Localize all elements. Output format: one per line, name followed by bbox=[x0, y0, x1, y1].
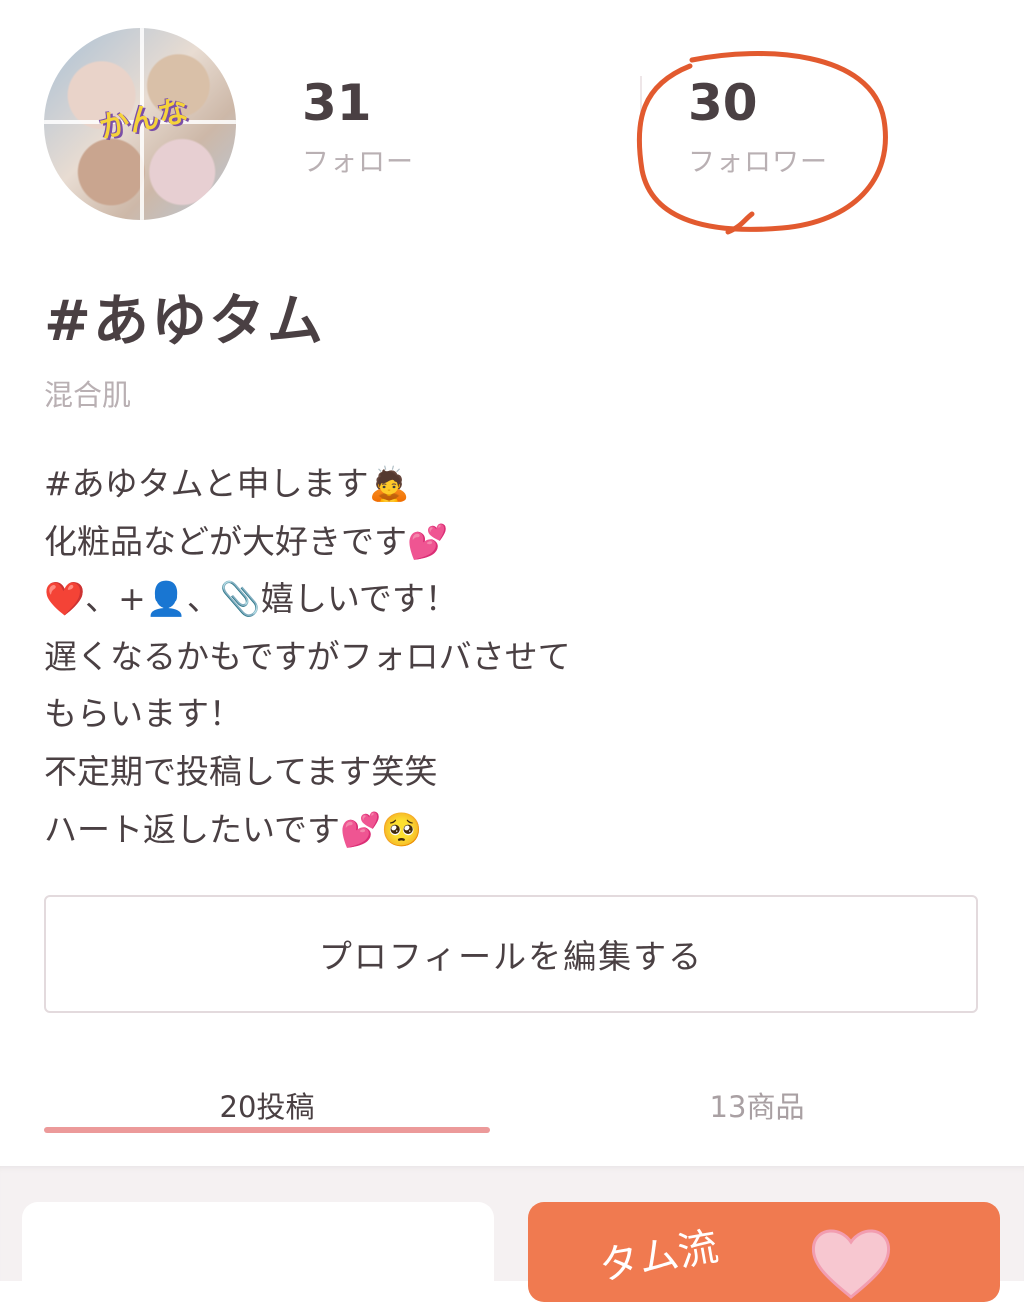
bio-line: ❤️、+👤、📎嬉しいです！ bbox=[44, 579, 458, 619]
bio-line: #あゆタムと申します🙇 bbox=[44, 464, 410, 503]
profile-avatar[interactable]: かんな bbox=[44, 28, 236, 220]
tab-items[interactable]: 13商品 bbox=[534, 1084, 980, 1126]
follow-count: 31 bbox=[302, 74, 372, 132]
bio-line: 不定期で投稿してます笑笑 bbox=[44, 751, 438, 791]
bio-line: 化粧品などが大好きです💕 bbox=[44, 521, 449, 561]
profile-name: #あゆタム bbox=[44, 289, 325, 354]
follower-count-stat[interactable]: 30 フォロワー bbox=[688, 74, 828, 179]
follower-count: 30 bbox=[688, 74, 758, 132]
stats-divider bbox=[640, 76, 642, 166]
post-card[interactable]: タム流 bbox=[528, 1202, 1000, 1302]
profile-bio: #あゆタムと申します🙇 化粧品などが大好きです💕 ❤️、+👤、📎嬉しいです！ 遅… bbox=[44, 455, 944, 858]
follower-label: フォロワー bbox=[688, 147, 828, 178]
active-tab-indicator bbox=[44, 1127, 490, 1133]
bio-line: もらいます！ bbox=[44, 694, 242, 734]
avatar-sticker-text: かんな bbox=[96, 93, 192, 146]
bio-line: 遅くなるかもですがフォロバさせて bbox=[44, 636, 571, 676]
skin-type: 混合肌 bbox=[44, 378, 132, 412]
tab-posts[interactable]: 20投稿 bbox=[44, 1084, 490, 1126]
post-card-title: タム流 bbox=[595, 1223, 722, 1291]
follow-label: フォロー bbox=[302, 147, 414, 178]
follow-count-stat[interactable]: 31 フォロー bbox=[302, 74, 414, 179]
bio-line: ハート返したいです💕🥺 bbox=[44, 809, 423, 849]
edit-profile-button[interactable]: プロフィールを編集する bbox=[44, 895, 978, 1013]
post-card[interactable] bbox=[22, 1202, 494, 1302]
heart-icon bbox=[811, 1229, 891, 1299]
